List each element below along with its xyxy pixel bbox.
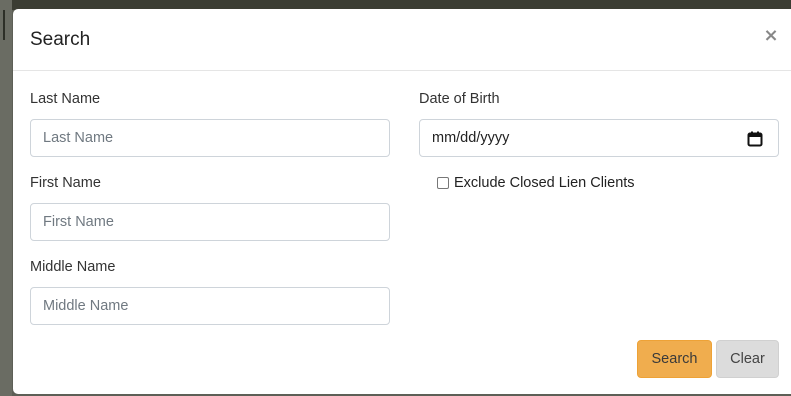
date-of-birth-input[interactable]: mm/dd/yyyy — [419, 119, 779, 157]
page-backdrop-left — [0, 0, 12, 396]
last-name-input[interactable] — [30, 119, 390, 157]
close-button[interactable]: × — [761, 26, 781, 46]
first-name-label: First Name — [30, 175, 101, 191]
last-name-label: Last Name — [30, 91, 101, 107]
middle-name-label: Middle Name — [30, 259, 116, 275]
exclude-closed-lien-clients-option[interactable]: Exclude Closed Lien Clients — [437, 175, 635, 191]
first-name-input[interactable] — [30, 203, 390, 241]
exclude-closed-lien-clients-checkbox[interactable] — [437, 177, 449, 189]
search-modal: Search × Last Name First Name Middle Nam… — [13, 9, 791, 394]
modal-title: Search — [30, 29, 91, 50]
page-backdrop-divider — [3, 10, 5, 40]
exclude-closed-lien-clients-label: Exclude Closed Lien Clients — [454, 175, 635, 191]
modal-header: Search × — [13, 9, 791, 71]
date-placeholder: mm/dd/yyyy — [432, 130, 510, 146]
middle-name-input[interactable] — [30, 287, 390, 325]
clear-button[interactable]: Clear — [716, 340, 779, 378]
date-of-birth-label: Date of Birth — [419, 91, 500, 107]
calendar-icon[interactable] — [747, 131, 763, 147]
search-button[interactable]: Search — [637, 340, 712, 378]
